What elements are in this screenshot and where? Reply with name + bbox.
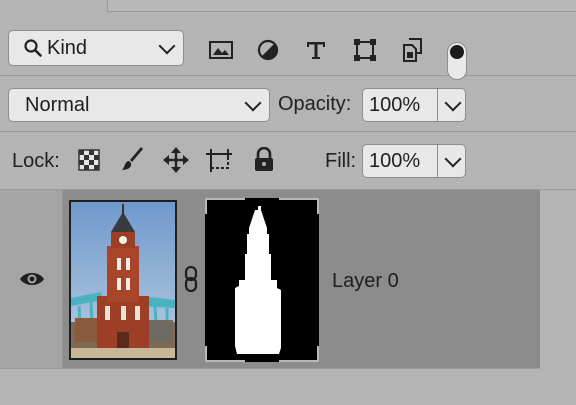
layer-mask-thumbnail[interactable] (205, 198, 319, 362)
fill-label: Fill: (325, 150, 357, 172)
lock-position-icon[interactable] (162, 146, 190, 174)
blend-opacity-bar: Normal Opacity: 100% (0, 76, 576, 132)
opacity-value[interactable]: 100% (369, 94, 420, 117)
fill-field[interactable]: 100% (362, 144, 466, 178)
lock-label: Lock: (12, 150, 60, 172)
smart-object-filter-icon[interactable] (399, 36, 427, 64)
type-filter-icon[interactable] (302, 36, 330, 64)
lock-image-pixels-icon[interactable] (119, 146, 147, 174)
panel-top-edge (0, 0, 576, 12)
chevron-down-icon[interactable] (444, 94, 462, 112)
lock-fill-bar: Lock: Fill: 100% (0, 132, 576, 190)
lock-all-icon[interactable] (250, 146, 278, 174)
blend-mode-select[interactable]: Normal (8, 88, 270, 122)
lock-artboard-icon[interactable] (206, 146, 234, 174)
panel-tab-edge (107, 0, 576, 12)
image-filter-icon[interactable] (207, 36, 235, 64)
blend-mode-label: Normal (25, 94, 90, 116)
filter-kind-label: Kind (47, 36, 88, 59)
chevron-down-icon[interactable] (444, 150, 462, 168)
layer-name[interactable]: Layer 0 (332, 270, 399, 293)
mask-link-icon[interactable] (183, 265, 199, 297)
shape-filter-icon[interactable] (351, 36, 379, 64)
chevron-down-icon (158, 37, 176, 55)
toggle-knob (450, 45, 464, 59)
field-divider (437, 89, 438, 121)
layers-scroll-gutter[interactable] (540, 190, 576, 404)
opacity-label: Opacity: (278, 93, 352, 115)
layer-filter-bar: Kind (0, 14, 576, 80)
mask-frame-corner (205, 346, 245, 362)
search-icon (23, 38, 43, 58)
mask-frame-corner (279, 198, 319, 214)
visibility-column[interactable] (0, 190, 63, 368)
lock-transparent-pixels-icon[interactable] (75, 146, 103, 174)
layer-row[interactable]: Layer 0 (0, 190, 540, 368)
mask-frame-corner (205, 198, 245, 214)
layers-empty-area (0, 368, 540, 405)
filter-kind-select[interactable]: Kind (8, 30, 184, 66)
layers-list: Layer 0 (0, 190, 576, 405)
mask-frame-corner (279, 346, 319, 362)
eye-icon[interactable] (18, 270, 46, 293)
field-divider (437, 145, 438, 177)
adjustment-filter-icon[interactable] (254, 36, 282, 64)
layer-thumbnail[interactable] (69, 200, 177, 360)
fill-value[interactable]: 100% (369, 150, 420, 173)
filter-toggle[interactable] (447, 42, 467, 80)
chevron-down-icon (244, 94, 262, 112)
opacity-field[interactable]: 100% (362, 88, 466, 122)
